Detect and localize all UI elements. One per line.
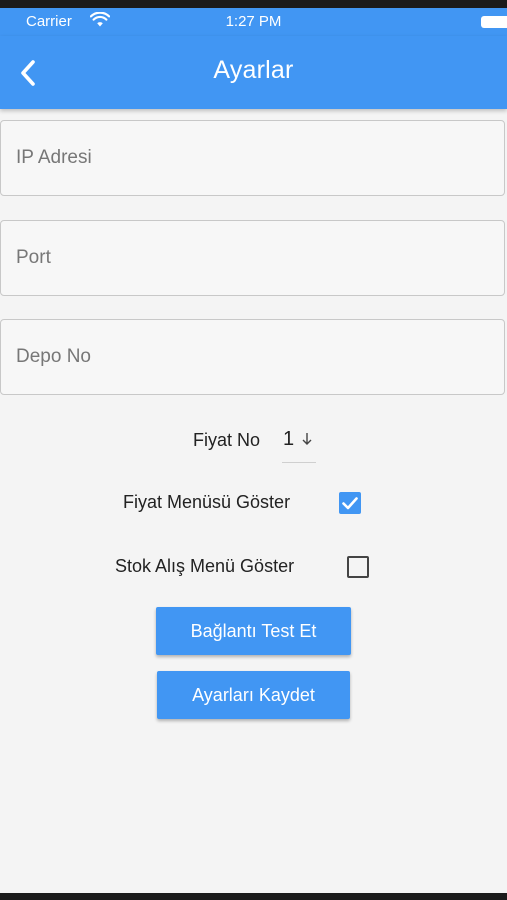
show-stock-purchase-menu-row: Stok Alış Menü Göster [0, 552, 507, 582]
arrow-down-icon [301, 432, 313, 451]
test-connection-button[interactable]: Bağlantı Test Et [156, 607, 351, 655]
app-bar: Ayarlar [0, 36, 507, 109]
screen-bottom-edge [0, 893, 507, 900]
show-price-menu-row: Fiyat Menüsü Göster [0, 488, 507, 518]
battery-icon [481, 16, 507, 28]
checkmark-icon [342, 497, 358, 510]
screen-top-edge [0, 0, 507, 8]
show-price-menu-checkbox[interactable] [339, 492, 361, 514]
save-settings-button[interactable]: Ayarları Kaydet [157, 671, 350, 719]
depot-no-field[interactable] [0, 319, 505, 395]
ip-address-input[interactable] [1, 121, 504, 195]
show-stock-purchase-menu-label: Stok Alış Menü Göster [115, 556, 295, 576]
price-no-label: Fiyat No [193, 430, 261, 450]
show-stock-purchase-menu-checkbox[interactable] [347, 556, 369, 578]
status-bar: Carrier 1:27 PM [0, 8, 507, 36]
ip-address-field[interactable] [0, 120, 505, 196]
page-title: Ayarlar [213, 56, 294, 84]
port-input[interactable] [1, 221, 504, 295]
port-field[interactable] [0, 220, 505, 296]
depot-no-input[interactable] [1, 320, 504, 394]
price-no-dropdown[interactable]: 1 [282, 428, 316, 463]
price-no-value: 1 [283, 428, 295, 450]
status-time: 1:27 PM [225, 13, 282, 30]
price-no-row: Fiyat No 1 [0, 428, 507, 464]
show-price-menu-label: Fiyat Menüsü Göster [123, 492, 291, 512]
